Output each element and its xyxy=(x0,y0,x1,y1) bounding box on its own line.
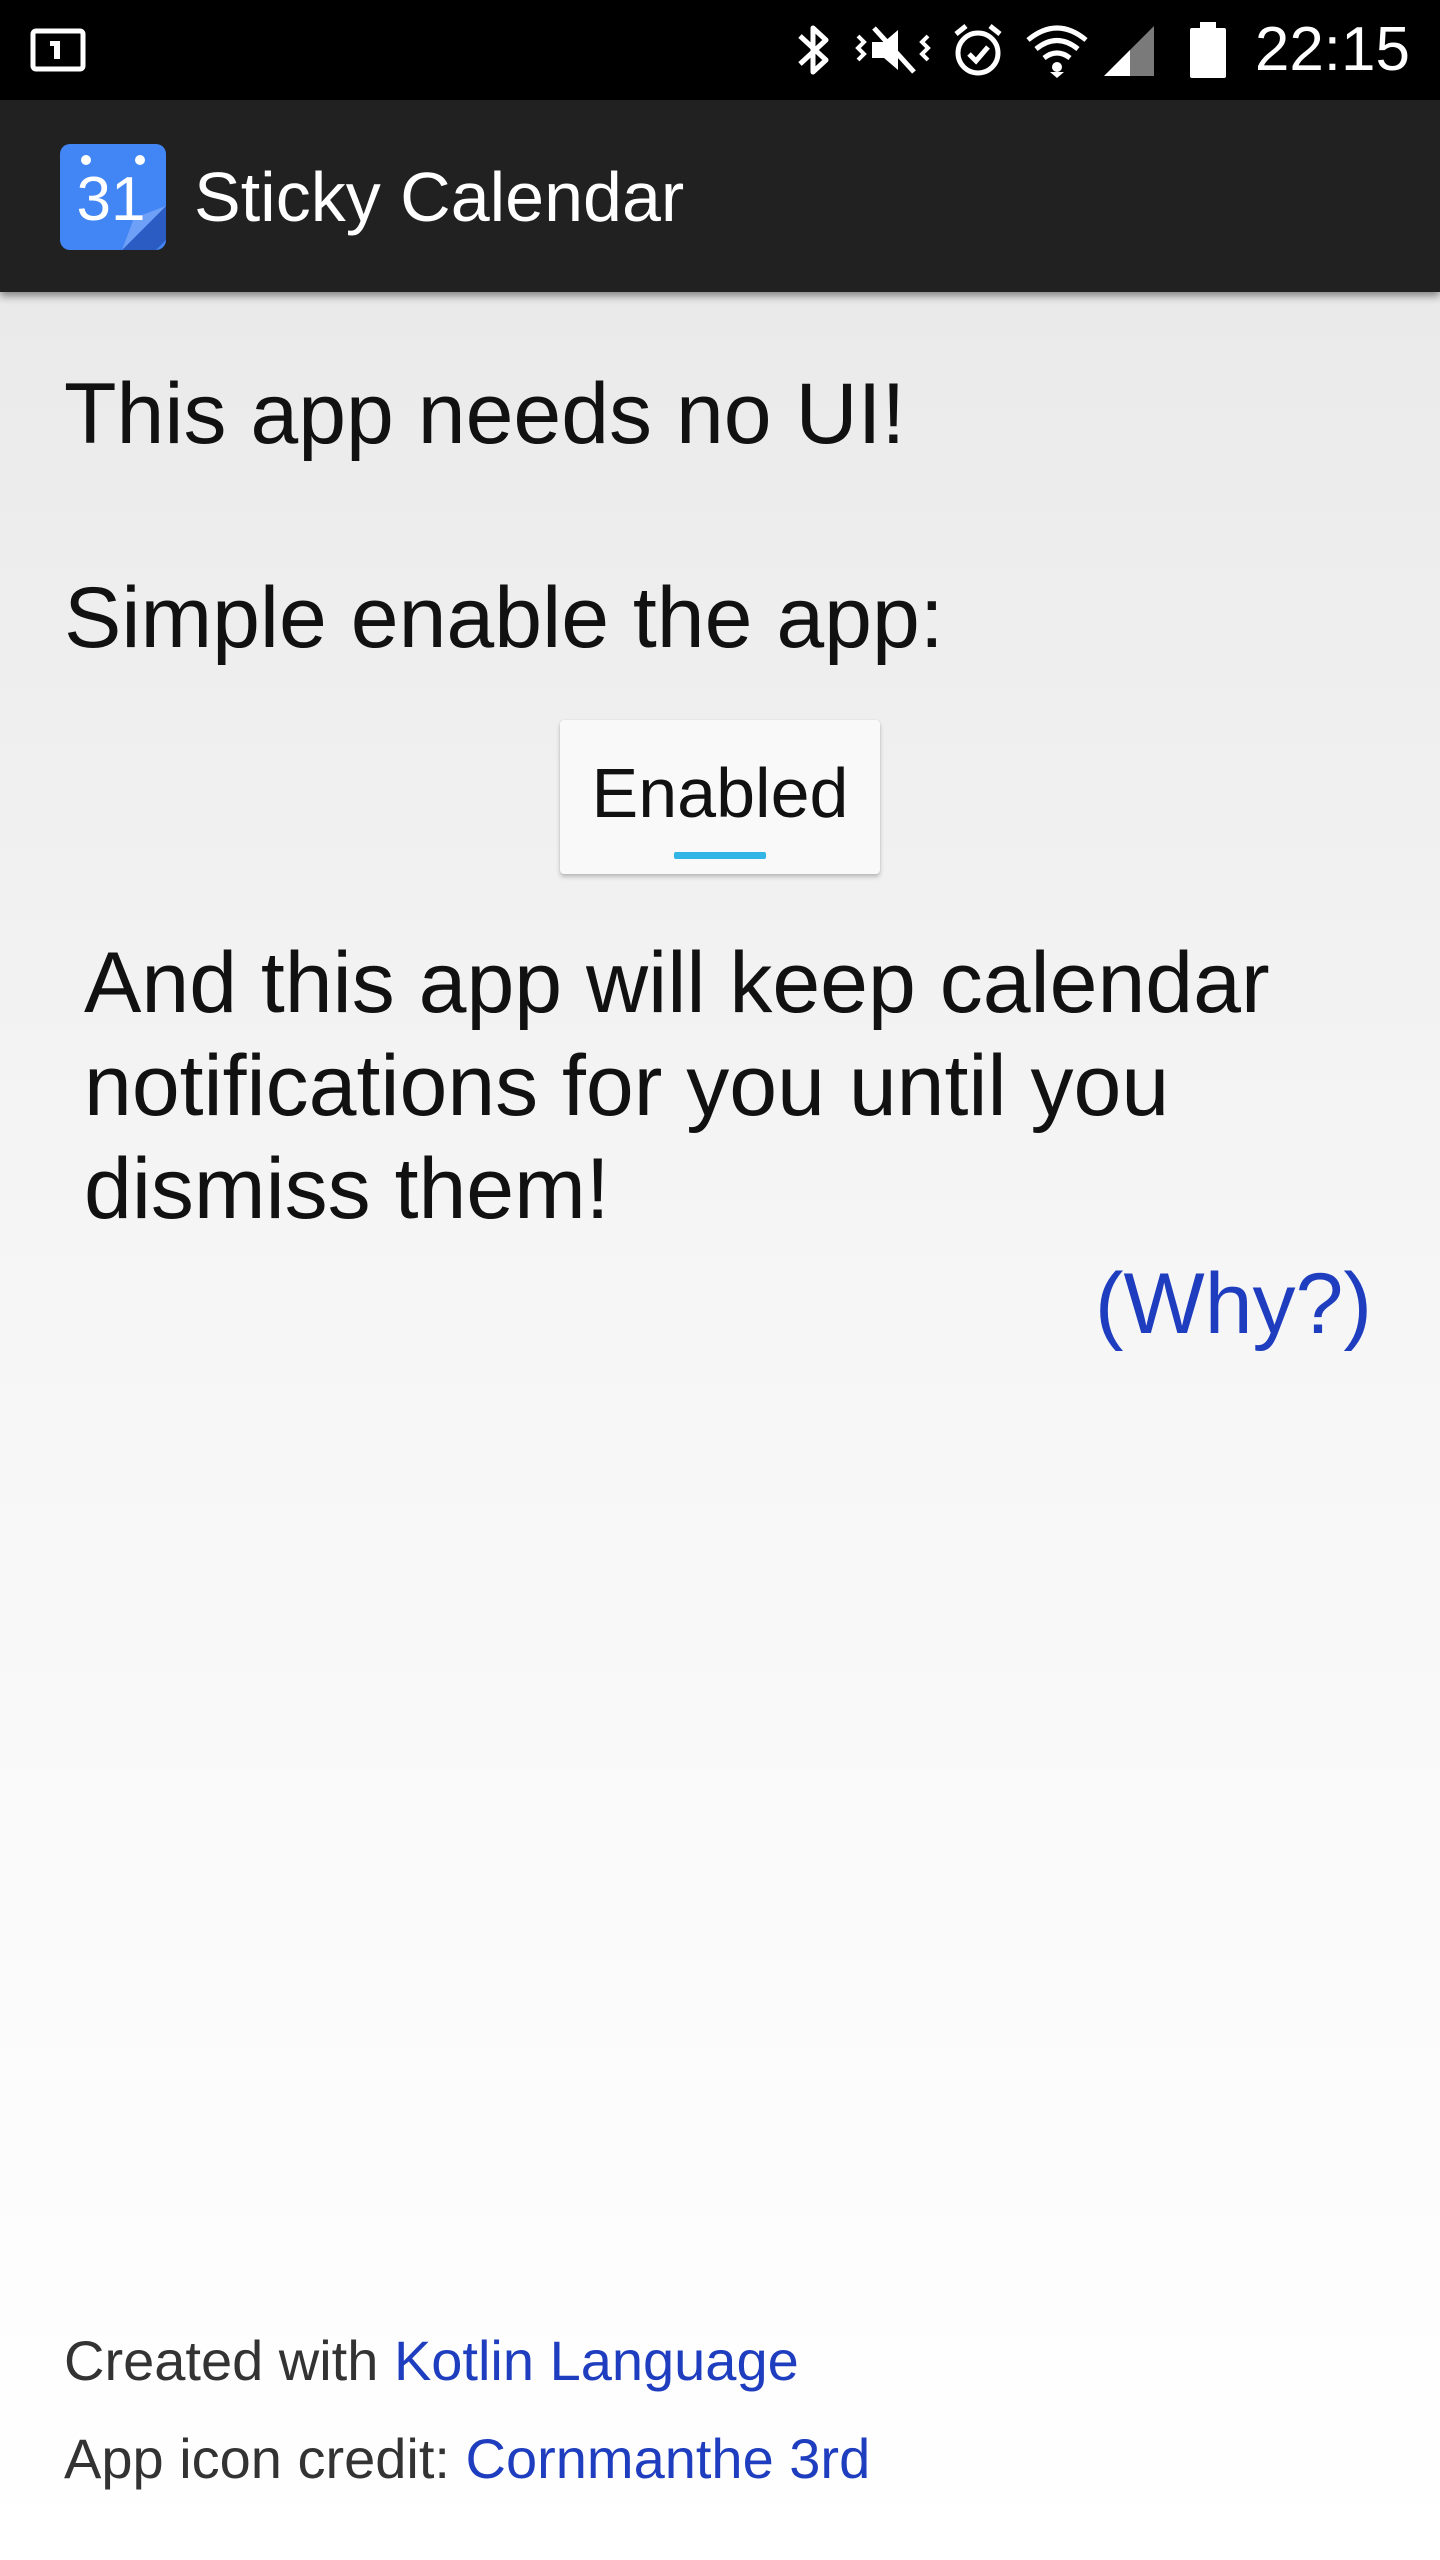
enabled-toggle-button[interactable]: Enabled xyxy=(560,720,880,874)
description-line: dismiss them! xyxy=(84,1141,610,1237)
bluetooth-icon xyxy=(798,25,829,75)
kotlin-language-link[interactable]: Kotlin Language xyxy=(394,2329,799,2392)
icon-credit-prefix: App icon credit: xyxy=(64,2427,466,2490)
calendar-icon-number: 31 xyxy=(77,165,146,234)
created-with-line: Created with Kotlin Language xyxy=(64,2328,799,2394)
battery-icon xyxy=(1190,22,1226,78)
description-text: And this app will keep calendar notifica… xyxy=(84,932,1384,1241)
vibrate-icon xyxy=(855,26,931,74)
app-bar: 31 Sticky Calendar xyxy=(0,100,1440,292)
intro-heading: This app needs no UI! xyxy=(64,366,906,462)
why-link[interactable]: (Why?) xyxy=(1095,1254,1372,1354)
status-time: 22:15 xyxy=(1254,15,1410,84)
icon-credit-line: App icon credit: Cornmanthe 3rd xyxy=(64,2426,870,2492)
cornmanthe-link[interactable]: Cornmanthe 3rd xyxy=(466,2427,871,2490)
alarm-icon xyxy=(954,24,1002,76)
enable-instruction: Simple enable the app: xyxy=(64,570,944,666)
description-line: And this app will keep calendar xyxy=(84,935,1270,1031)
signal-icon xyxy=(1104,26,1154,76)
calendar-app-icon: 31 xyxy=(60,144,166,250)
app-title: Sticky Calendar xyxy=(194,158,685,236)
status-bar: 22:15 xyxy=(0,0,1440,100)
toggle-indicator xyxy=(674,852,766,859)
main-content: This app needs no UI! Simple enable the … xyxy=(0,292,1440,2560)
created-with-prefix: Created with xyxy=(64,2329,394,2392)
description-line: notifications for you until you xyxy=(84,1038,1170,1134)
wifi-icon xyxy=(1026,25,1088,78)
notification-screen-icon xyxy=(30,28,86,72)
toggle-label: Enabled xyxy=(591,754,849,832)
